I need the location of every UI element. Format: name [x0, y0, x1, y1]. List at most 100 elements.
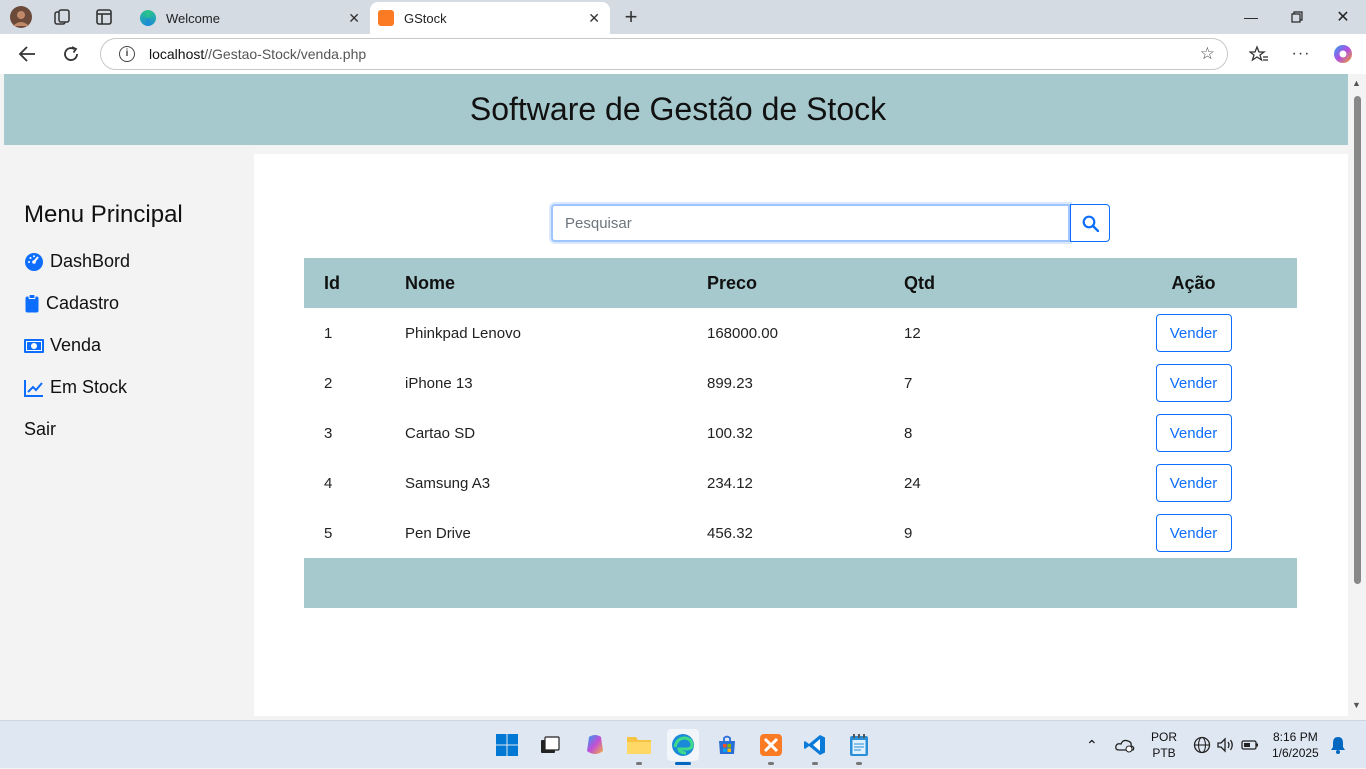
onedrive-sync-icon[interactable]	[1115, 721, 1135, 769]
volume-icon[interactable]	[1216, 721, 1236, 769]
sidebar-item-dashbord[interactable]: DashBord	[24, 251, 130, 272]
keyboard-layout-code: PTB	[1152, 746, 1176, 760]
task-view-icon[interactable]	[534, 729, 566, 761]
cell-nome: Samsung A3	[405, 474, 491, 492]
address-toolbar: i localhost//Gestao-Stock/venda.php ☆ ··…	[0, 34, 1366, 74]
file-explorer-icon[interactable]	[623, 729, 655, 765]
collections-icon[interactable]	[50, 5, 74, 29]
site-info-icon[interactable]: i	[119, 46, 135, 62]
minimize-icon[interactable]: —	[1228, 0, 1274, 34]
edge-app-icon[interactable]	[667, 729, 699, 765]
page-header: Software de Gestão de Stock	[4, 74, 1348, 145]
sidebar-item-sair[interactable]: Sair	[24, 419, 56, 440]
scroll-up-arrow-icon[interactable]: ▲	[1352, 78, 1361, 88]
cell-nome: Phinkpad Lenovo	[405, 324, 521, 342]
cell-id: 2	[324, 374, 333, 392]
cell-preco: 899.23	[707, 374, 753, 392]
cell-acao: Vender	[1090, 458, 1297, 508]
close-tab-icon[interactable]: ✕	[348, 10, 360, 27]
favorite-star-icon[interactable]: ☆	[1200, 44, 1215, 64]
xampp-icon	[378, 10, 394, 26]
new-tab-icon[interactable]: +	[619, 4, 643, 29]
more-options-icon[interactable]: ···	[1288, 42, 1314, 66]
cell-qtd: 12	[904, 324, 921, 342]
network-globe-icon[interactable]	[1193, 721, 1211, 769]
show-hidden-icons-chevron-icon[interactable]: ⌃	[1086, 721, 1098, 769]
cell-id: 5	[324, 524, 333, 542]
tab-title: GStock	[404, 10, 447, 26]
store-app-icon[interactable]	[711, 729, 743, 761]
cell-id: 1	[324, 324, 333, 342]
search-bar	[551, 204, 1110, 242]
clock[interactable]: 8:16 PM 1/6/2025	[1272, 721, 1319, 769]
url-host: localhost	[149, 46, 205, 62]
table-header-row: Id Nome Preco Qtd Ação	[304, 258, 1297, 308]
table-row: 1 Phinkpad Lenovo 168000.00 12 Vender	[304, 308, 1297, 358]
back-icon[interactable]	[14, 42, 40, 66]
vscode-app-icon[interactable]	[799, 729, 831, 765]
search-input[interactable]	[551, 204, 1070, 242]
search-icon	[1082, 215, 1099, 232]
vender-button[interactable]: Vender	[1155, 414, 1232, 452]
page-scrollbar[interactable]: ▲ ▼	[1348, 74, 1366, 716]
cell-preco: 456.32	[707, 524, 753, 542]
table-row: 3 Cartao SD 100.32 8 Vender	[304, 408, 1297, 458]
battery-icon[interactable]	[1241, 721, 1259, 769]
close-window-icon[interactable]: ✕	[1320, 0, 1366, 34]
sidebar-item-em-stock[interactable]: Em Stock	[24, 377, 127, 398]
gauge-icon	[24, 252, 44, 272]
sidebar-item-label: Sair	[24, 419, 57, 439]
running-indicator	[812, 762, 818, 765]
cell-qtd: 8	[904, 424, 913, 442]
tab-welcome[interactable]: Welcome ✕	[132, 2, 370, 34]
refresh-icon[interactable]	[58, 42, 84, 66]
restore-icon[interactable]	[1274, 0, 1320, 34]
scroll-down-arrow-icon[interactable]: ▼	[1352, 700, 1361, 710]
column-header-qtd: Qtd	[904, 272, 935, 293]
sidebar-item-label: Em Stock	[50, 377, 128, 397]
address-bar[interactable]: i localhost//Gestao-Stock/venda.php ☆	[100, 38, 1228, 70]
tab-title: Welcome	[166, 10, 220, 26]
vender-button[interactable]: Vender	[1155, 364, 1232, 402]
column-header-acao: Ação	[1171, 272, 1216, 293]
notepad-app-icon[interactable]	[843, 729, 875, 765]
sidebar-item-label: Cadastro	[46, 293, 120, 313]
xampp-app-icon[interactable]	[755, 729, 787, 765]
sidebar-item-cadastro[interactable]: Cadastro	[24, 293, 119, 314]
search-button[interactable]	[1070, 204, 1110, 242]
clipboard-icon	[24, 294, 40, 314]
running-indicator	[636, 762, 642, 765]
sidebar-item-label: DashBord	[50, 251, 131, 271]
vender-button[interactable]: Vender	[1155, 314, 1232, 352]
keyboard-language-indicator[interactable]: POR PTB	[1151, 721, 1177, 769]
running-indicator	[768, 762, 774, 765]
favorites-icon[interactable]	[1246, 42, 1272, 66]
copilot-app-icon[interactable]	[579, 729, 611, 761]
table-row: 2 iPhone 13 899.23 7 Vender	[304, 358, 1297, 408]
notification-bell-icon[interactable]	[1330, 721, 1346, 769]
url-path: //Gestao-Stock/venda.php	[204, 46, 367, 62]
cell-acao: Vender	[1090, 508, 1297, 558]
column-header-id: Id	[324, 272, 340, 293]
column-header-preco: Preco	[707, 272, 758, 293]
cell-qtd: 24	[904, 474, 921, 492]
close-tab-icon[interactable]: ✕	[588, 10, 600, 27]
running-indicator	[856, 762, 862, 765]
profile-avatar-icon[interactable]	[9, 5, 33, 29]
cell-nome: Cartao SD	[405, 424, 476, 442]
browser-tab-bar: Welcome ✕ GStock ✕ + — ✕	[0, 0, 1366, 34]
cell-qtd: 7	[904, 374, 913, 392]
start-menu-icon[interactable]	[491, 729, 523, 761]
vender-button[interactable]: Vender	[1155, 514, 1232, 552]
scrollbar-thumb[interactable]	[1354, 96, 1361, 584]
tab-actions-icon[interactable]	[92, 5, 116, 29]
sidebar-item-venda[interactable]: Venda	[24, 335, 101, 356]
edge-icon	[140, 10, 156, 26]
cell-acao: Vender	[1090, 408, 1297, 458]
page-title: Software de Gestão de Stock	[469, 91, 887, 127]
line-chart-icon	[24, 378, 44, 398]
vender-button[interactable]: Vender	[1155, 464, 1232, 502]
tab-gstock[interactable]: GStock ✕	[370, 2, 610, 34]
copilot-icon[interactable]	[1330, 42, 1356, 66]
language-code: POR	[1151, 730, 1178, 744]
